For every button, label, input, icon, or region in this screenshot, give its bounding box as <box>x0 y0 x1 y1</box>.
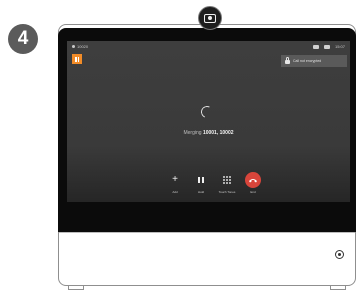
end-call-button[interactable]: End <box>243 172 263 194</box>
screen-icon[interactable] <box>312 44 319 49</box>
pause-icon <box>193 172 209 188</box>
status-dot-icon <box>72 45 75 48</box>
touch-tones-label: Touch Tones <box>218 190 236 194</box>
system-number: 10020 <box>77 44 89 49</box>
merging-participants: 10001, 10002 <box>202 130 234 136</box>
hold-indicator-icon[interactable] <box>72 54 82 64</box>
keypad-icon <box>219 172 235 188</box>
end-label: End <box>250 190 256 194</box>
hold-label: Hold <box>197 190 205 194</box>
encryption-text: Call not encrypted <box>293 59 322 63</box>
touch-tones-button[interactable]: Touch Tones <box>217 172 237 194</box>
right-stand-foot <box>330 286 346 290</box>
step-number-badge: 4 <box>8 24 38 54</box>
power-icon[interactable] <box>335 250 344 259</box>
add-button[interactable]: + Add <box>165 172 185 195</box>
clock-text: 15:07 <box>334 44 345 49</box>
hold-button[interactable]: Hold <box>191 172 211 194</box>
add-label: Add <box>172 190 178 194</box>
loading-spinner-icon <box>199 104 215 120</box>
call-controls: + Add Hold Touch Tones End <box>165 172 263 194</box>
merging-status: Merging 10001, 10002 <box>67 130 350 136</box>
call-screen: 10020 15:07 Call not encrypted Merging 1… <box>67 41 350 202</box>
status-bar: 10020 15:07 <box>67 41 350 53</box>
unlocked-icon <box>285 57 290 64</box>
plus-icon: + <box>172 174 178 185</box>
camera-icon <box>198 6 222 30</box>
participants-icon[interactable] <box>323 44 330 49</box>
left-stand-foot <box>68 286 84 290</box>
bezel-divider <box>59 232 355 233</box>
hang-up-icon <box>245 172 261 188</box>
merging-label: Merging <box>183 130 202 136</box>
encryption-notice[interactable]: Call not encrypted <box>281 55 347 67</box>
